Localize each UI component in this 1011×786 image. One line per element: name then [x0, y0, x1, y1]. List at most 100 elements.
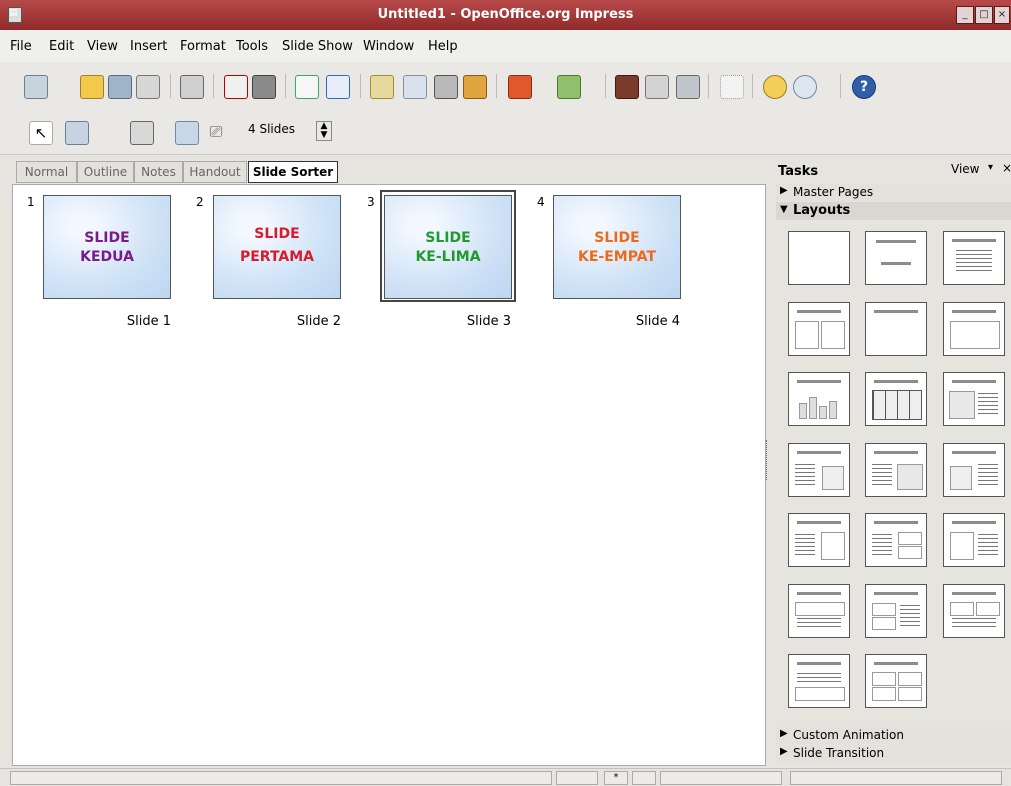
- table-icon[interactable]: [645, 75, 669, 99]
- layout-title-text-over-object[interactable]: [788, 654, 850, 708]
- menu-file[interactable]: File: [10, 39, 32, 54]
- spinner-arrows-icon[interactable]: ▲ ▼: [316, 121, 332, 141]
- slide-label: Slide 4: [635, 314, 680, 329]
- layout-title-2-objects-text[interactable]: [865, 584, 927, 638]
- slide-text-line: KE-LIMA: [415, 249, 481, 265]
- layout-title-2-objects-over-text[interactable]: [943, 584, 1005, 638]
- slide-label: Slide 3: [466, 314, 511, 329]
- tab-outline[interactable]: Outline: [77, 161, 134, 183]
- task-pane-view-menu[interactable]: View: [951, 162, 979, 176]
- slide-thumbnail-2[interactable]: SLIDE PERTAMA: [213, 195, 341, 299]
- slides-per-row-value: 4 Slides: [248, 122, 295, 136]
- layout-title-chart-text[interactable]: [943, 443, 1005, 497]
- slide-text-line: KE-EMPAT: [578, 249, 656, 265]
- save-icon[interactable]: [108, 75, 132, 99]
- menu-help[interactable]: Help: [428, 39, 458, 54]
- status-cell: [632, 771, 656, 785]
- menu-view[interactable]: View: [87, 39, 118, 54]
- menu-tools[interactable]: Tools: [236, 39, 268, 54]
- menu-insert[interactable]: Insert: [130, 39, 167, 54]
- select-arrow-icon[interactable]: ↖: [29, 121, 53, 145]
- slide-text-line: SLIDE: [425, 230, 471, 246]
- tab-notes[interactable]: Notes: [134, 161, 183, 183]
- open-icon[interactable]: [80, 75, 104, 99]
- helplines-icon[interactable]: [763, 75, 787, 99]
- redo-icon[interactable]: [557, 75, 581, 99]
- section-title: Slide Transition: [793, 746, 885, 760]
- menu-window[interactable]: Window: [363, 39, 414, 54]
- slide-show-icon[interactable]: [65, 121, 89, 145]
- pane-splitter[interactable]: [766, 440, 769, 480]
- section-master-pages[interactable]: ▶ Master Pages: [776, 184, 1011, 201]
- layout-title-chart[interactable]: [788, 372, 850, 426]
- layout-title-text-clipart[interactable]: [865, 443, 927, 497]
- menu-slide-show[interactable]: Slide Show: [282, 39, 353, 54]
- modified-indicator: *: [604, 771, 628, 785]
- layout-title-content[interactable]: [943, 231, 1005, 285]
- cut-icon[interactable]: [370, 75, 394, 99]
- zoom-icon[interactable]: [793, 75, 817, 99]
- section-custom-animation[interactable]: ▶ Custom Animation: [776, 727, 1011, 744]
- minimize-icon[interactable]: _: [956, 6, 974, 24]
- navigator-icon[interactable]: [676, 75, 700, 99]
- menu-edit[interactable]: Edit: [49, 39, 74, 54]
- section-title: Master Pages: [793, 185, 874, 199]
- layout-title-only-top[interactable]: [865, 302, 927, 356]
- layout-title-text-object[interactable]: [788, 513, 850, 567]
- hide-slide-icon[interactable]: ⎚: [205, 121, 227, 143]
- undo-icon[interactable]: [508, 75, 532, 99]
- layout-title-only[interactable]: [865, 231, 927, 285]
- print-icon[interactable]: [252, 75, 276, 99]
- layout-title-2-content[interactable]: [788, 302, 850, 356]
- task-pane-close-icon[interactable]: ×: [1002, 161, 1011, 175]
- slide-sorter-pane[interactable]: 1 SLIDE KEDUA Slide 1 2 SLIDE PERTAMA Sl…: [12, 184, 766, 766]
- layout-title-table[interactable]: [865, 372, 927, 426]
- auto-spellcheck-icon[interactable]: [326, 75, 350, 99]
- slide-number: 2: [196, 195, 204, 209]
- layout-title-clipart-text[interactable]: [943, 372, 1005, 426]
- spellcheck-icon[interactable]: [295, 75, 319, 99]
- status-cell: [556, 771, 598, 785]
- export-pdf-icon[interactable]: [224, 75, 248, 99]
- status-cell: [790, 771, 1002, 785]
- tab-slide-sorter[interactable]: Slide Sorter: [248, 161, 338, 183]
- slide-transition-icon[interactable]: [175, 121, 199, 145]
- expand-arrow-icon: ▶: [780, 746, 788, 757]
- slide-thumbnail-1[interactable]: SLIDE KEDUA: [43, 195, 171, 299]
- rehearse-timings-icon[interactable]: [130, 121, 154, 145]
- status-cell: [660, 771, 782, 785]
- edit-file-icon[interactable]: [180, 75, 204, 99]
- layout-title-object-text[interactable]: [943, 513, 1005, 567]
- layout-centered-text[interactable]: [943, 302, 1005, 356]
- task-pane: Tasks View ▾ × ▶ Master Pages ▼ Layouts: [776, 156, 1011, 768]
- layout-blank[interactable]: [788, 231, 850, 285]
- format-paintbrush-icon[interactable]: [463, 75, 487, 99]
- layout-title-object-over-text[interactable]: [788, 584, 850, 638]
- layout-title-text-2-objects[interactable]: [865, 513, 927, 567]
- menu-format[interactable]: Format: [180, 39, 226, 54]
- tab-normal[interactable]: Normal: [16, 161, 77, 183]
- slide-label: Slide 2: [296, 314, 341, 329]
- title-bar: ▤ Untitled1 - OpenOffice.org Impress _ □…: [0, 0, 1011, 30]
- slide-thumbnail-3[interactable]: SLIDE KE-LIMA: [384, 195, 512, 299]
- slide-text-line: PERTAMA: [239, 249, 315, 265]
- menu-bar: File Edit View Insert Format Tools Slide…: [0, 30, 1011, 62]
- email-icon[interactable]: [136, 75, 160, 99]
- section-slide-transition[interactable]: ▶ Slide Transition: [776, 745, 1011, 762]
- grid-icon[interactable]: [720, 75, 744, 99]
- copy-icon[interactable]: [403, 75, 427, 99]
- help-icon[interactable]: ?: [852, 75, 876, 99]
- section-layouts[interactable]: ▼ Layouts: [776, 202, 1011, 220]
- view-dropdown-icon[interactable]: ▾: [988, 162, 993, 173]
- layout-title-4-objects[interactable]: [865, 654, 927, 708]
- tab-handout[interactable]: Handout: [183, 161, 247, 183]
- paste-icon[interactable]: [434, 75, 458, 99]
- maximize-icon[interactable]: □: [975, 6, 993, 24]
- expand-arrow-icon: ▶: [780, 185, 788, 196]
- new-document-icon[interactable]: [24, 75, 48, 99]
- standard-toolbar: ?: [0, 62, 1011, 111]
- close-icon[interactable]: ×: [994, 6, 1010, 24]
- chart-icon[interactable]: [615, 75, 639, 99]
- slide-thumbnail-4[interactable]: SLIDE KE-EMPAT: [553, 195, 681, 299]
- layout-title-text-chart[interactable]: [788, 443, 850, 497]
